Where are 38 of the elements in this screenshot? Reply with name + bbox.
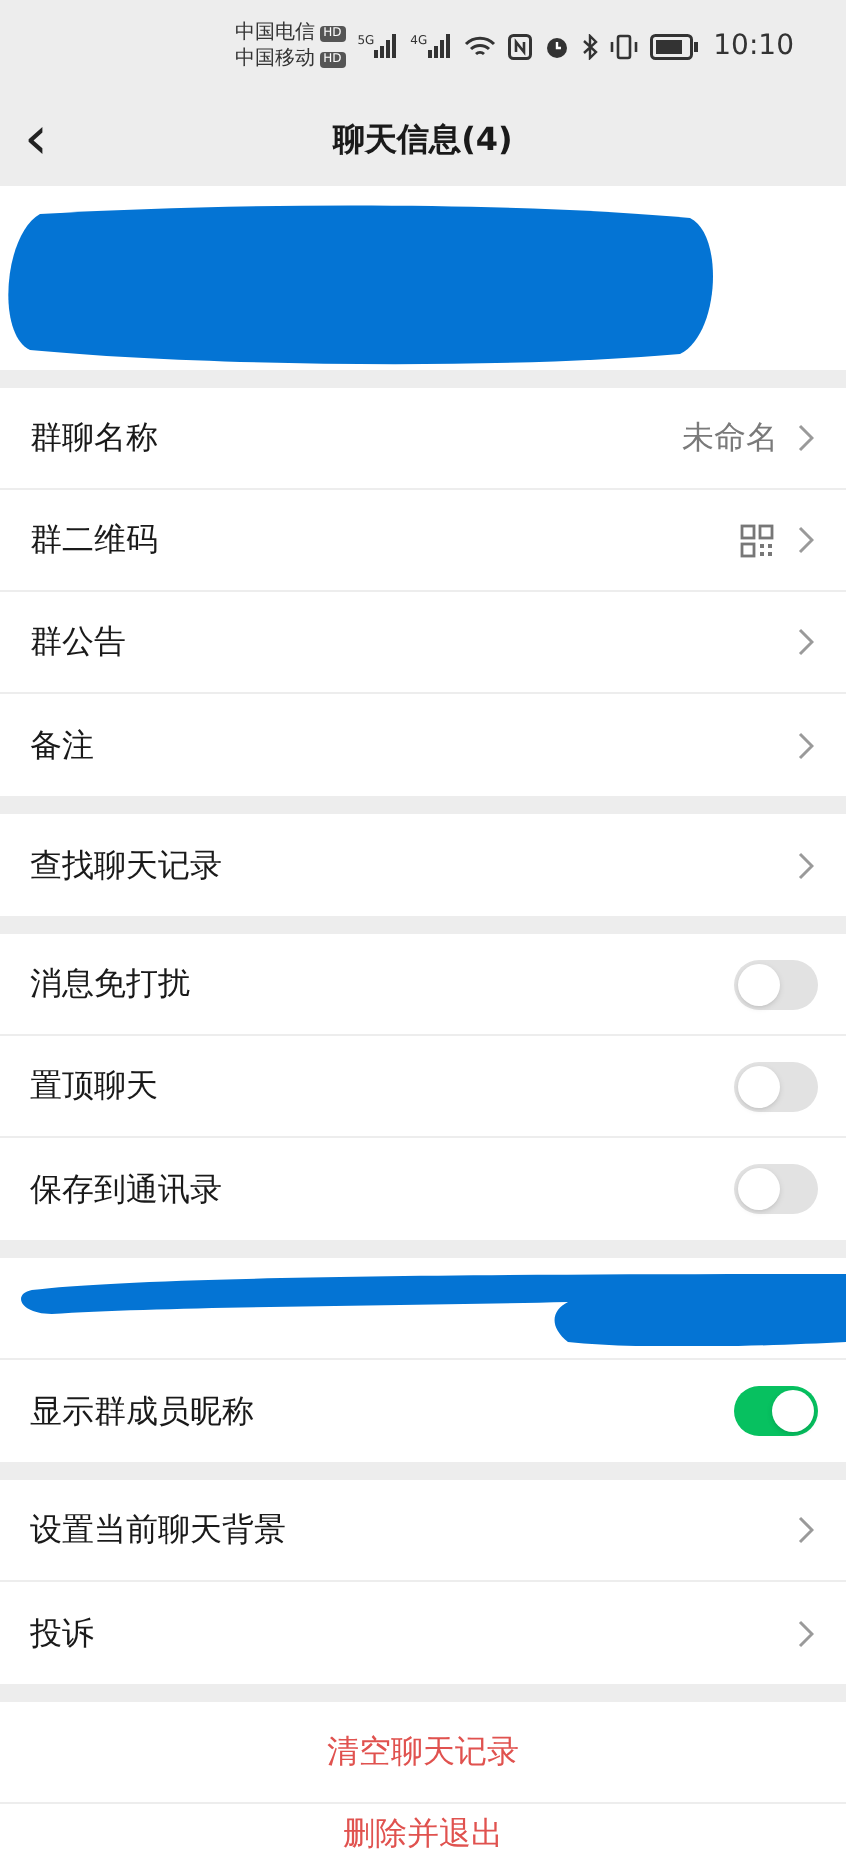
toggle-switch[interactable]	[734, 959, 818, 1009]
settings-row[interactable]: 群聊名称	[30, 414, 682, 462]
chevron-right-icon	[798, 1516, 814, 1544]
vibrate-icon	[609, 33, 638, 60]
chevron-right-icon	[798, 851, 814, 879]
page-title: 聊天信息(4)	[333, 117, 513, 162]
signal-icon	[427, 34, 452, 59]
toggle-switch[interactable]	[734, 1386, 818, 1436]
chevron-right-icon	[798, 628, 814, 656]
wifi-icon	[463, 33, 496, 60]
settings-row[interactable]: 群公告	[30, 618, 798, 666]
toggle-switch[interactable]	[734, 1061, 818, 1111]
carrier-name: 中国移动	[235, 48, 316, 71]
settings-row[interactable]: 设置当前聊天背景	[30, 1506, 798, 1554]
settings-row[interactable]: 群二维码	[30, 516, 740, 564]
back-button[interactable]: ‹	[20, 109, 52, 170]
qr-code-icon	[740, 523, 774, 557]
battery-icon	[649, 33, 698, 60]
danger-action[interactable]: 清空聊天记录	[327, 1728, 519, 1776]
clock-time: 10:10	[713, 27, 794, 66]
toggle-switch[interactable]	[734, 1164, 818, 1214]
chevron-right-icon	[798, 731, 814, 759]
signal-icon	[374, 34, 399, 59]
setting-label: 显示群成员昵称	[30, 1389, 256, 1433]
setting-label: 消息免打扰	[30, 962, 192, 1006]
bluetooth-icon	[581, 33, 598, 60]
danger-action[interactable]: 删除并退出	[343, 1810, 503, 1858]
settings-row[interactable]: 备注	[30, 721, 798, 769]
settings-row[interactable]: 投诉	[30, 1609, 798, 1657]
setting-label: 置顶聊天	[30, 1064, 160, 1108]
carrier-name: 中国电信	[235, 22, 316, 45]
row-value: 未命名	[682, 416, 778, 460]
alarm-icon	[543, 33, 570, 60]
setting-label: 保存到通讯录	[30, 1167, 224, 1211]
chevron-right-icon	[798, 1619, 814, 1647]
chevron-right-icon	[798, 526, 814, 554]
nfc-icon	[507, 33, 532, 60]
chevron-right-icon	[798, 424, 814, 452]
